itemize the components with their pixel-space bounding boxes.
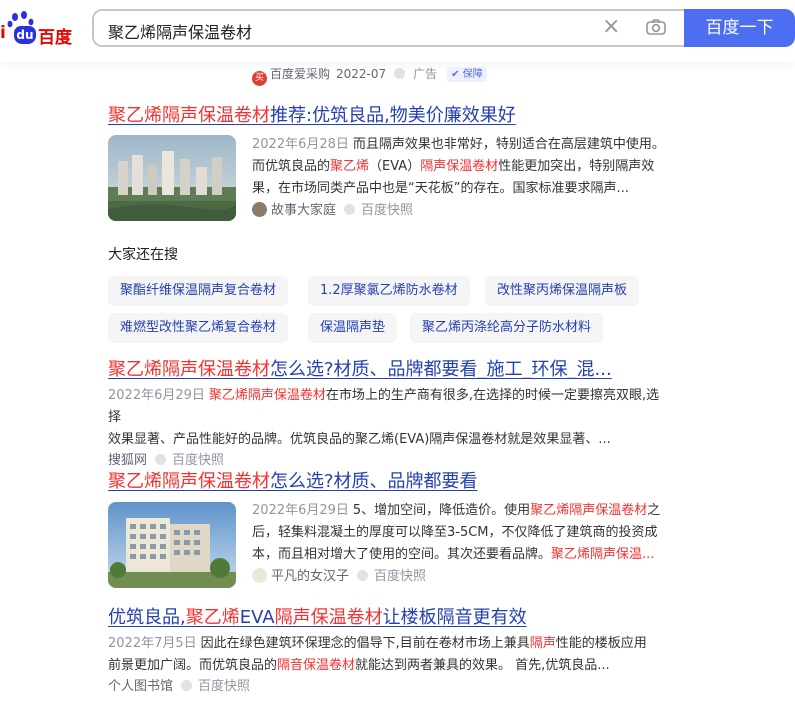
result-title[interactable]: 聚乙烯隔声保温卷材怎么选?材质、品牌都要看 [108,469,478,495]
result-title[interactable]: 聚乙烯隔声保温卷材怎么选?材质、品牌都要看_施工_环保_混... [108,357,668,383]
result-title[interactable]: 优筑良品,聚乙烯EVA隔声保温卷材让楼板隔音更有效 [108,605,668,631]
logo-baidu-text: 百度 [38,28,72,48]
result-title[interactable]: 聚乙烯隔声保温卷材推荐:优筑良品,物美价廉效果好 [108,103,516,129]
related-search-chip[interactable]: 1.2厚聚氯乙烯防水卷材 [308,276,470,306]
search-input[interactable]: 聚乙烯隔声保温卷材 × [92,9,684,47]
ad-source[interactable]: 百度爱采购 [270,67,330,81]
kuaizhao-link[interactable]: 百度快照 [374,569,426,584]
result-snippet: 2022年7月5日 因此在绿色建筑环保理念的倡导下,目前在卷材市场上兼具隔声性能的… [108,636,647,673]
result-meta: 故事大家庭 百度快照 [252,201,413,221]
related-search-chip[interactable]: 聚乙烯丙涤纶高分子防水材料 [410,313,604,343]
info-dot-icon [155,454,167,465]
result-meta: 个人图书馆 百度快照 [108,677,668,697]
avatar [252,202,267,217]
camera-icon[interactable] [646,19,666,35]
result-snippet: 2022年6月29日 聚乙烯隔声保温卷材在市场上的生产商有很多,在选择的时候一定要… [108,388,660,447]
result-source[interactable]: 搜狐网 [108,453,147,468]
guarantee-badge[interactable]: ✔ 保障 [447,67,487,82]
search-result: 聚乙烯隔声保温卷材怎么选?材质、品牌都要看_施工_环保_混... 2022年6月… [108,357,668,471]
info-dot-icon [344,204,356,215]
result-meta: 平凡的女汉子 百度快照 [252,567,426,587]
result-snippet: 2022年6月28日 而且隔声效果也非常好，特别适合在高层建筑中使用。 而优筑良品… [252,137,665,196]
related-search-chip[interactable]: 聚酯纤维保温隔声复合卷材 [108,276,289,306]
result-source[interactable]: 故事大家庭 [271,203,336,218]
info-dot-icon [357,570,369,581]
logo-letter: i [0,23,6,43]
search-query[interactable]: 聚乙烯隔声保温卷材 [108,19,252,43]
aicaigou-icon: 买 [252,71,267,86]
search-result: 优筑良品,聚乙烯EVA隔声保温卷材让楼板隔音更有效 2022年7月5日 因此在绿色… [108,605,668,697]
logo-du: du [14,26,36,44]
search-result: 聚乙烯隔声保温卷材推荐:优筑良品,物美价廉效果好 2022年6月28日 而且隔声效… [108,103,665,221]
result-snippet: 2022年6月29日 5、增加空间，降低造价。使用聚乙烯隔声保温卷材之 后，轻集料… [252,503,661,562]
related-search-chip[interactable]: 保温隔声垫 [308,313,398,343]
avatar [252,568,267,583]
ad-source-line: 买百度爱采购 2022-07 广告 ✔ 保障 [252,64,487,86]
also-search-title: 大家还在搜 [108,247,178,263]
related-search-chip[interactable]: 难燃型改性聚乙烯复合卷材 [108,313,289,343]
result-thumbnail[interactable] [108,135,236,221]
result-thumbnail[interactable] [108,502,236,588]
related-search-chip[interactable]: 改性聚丙烯保温隔声板 [485,276,640,306]
info-dot-icon [394,68,406,79]
kuaizhao-link[interactable]: 百度快照 [172,453,224,468]
ad-date: 2022-07 [336,67,387,81]
search-button[interactable]: 百度一下 [684,9,795,47]
close-icon[interactable]: × [602,14,620,39]
kuaizhao-link[interactable]: 百度快照 [361,203,413,218]
search-header: i du 百度 聚乙烯隔声保温卷材 × 百度一下 [0,0,795,62]
baidu-logo[interactable]: i du 百度 [0,11,80,48]
search-result: 聚乙烯隔声保温卷材怎么选?材质、品牌都要看 2022年6月29日 5、增加空间，降… [108,469,660,588]
result-source[interactable]: 个人图书馆 [108,679,173,694]
kuaizhao-link[interactable]: 百度快照 [198,679,250,694]
info-dot-icon [181,680,193,691]
result-source[interactable]: 平凡的女汉子 [271,569,349,584]
ad-label: 广告 [413,67,438,81]
result-meta: 搜狐网 百度快照 [108,451,668,471]
